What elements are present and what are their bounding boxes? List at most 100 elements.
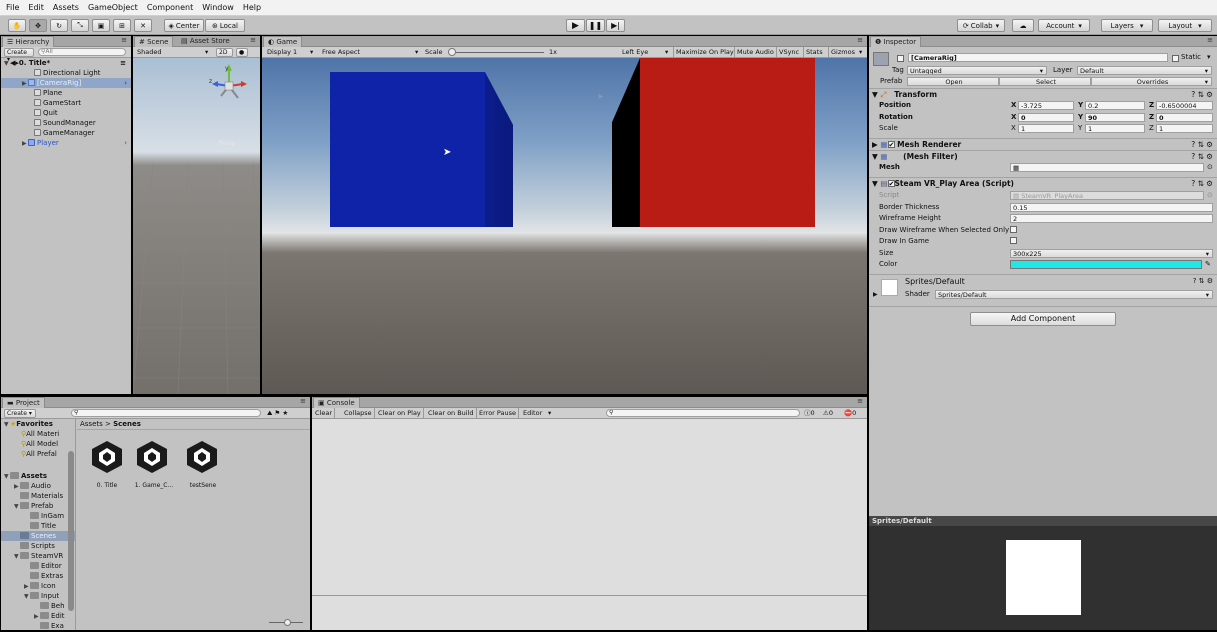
scale-slider-thumb[interactable]: [448, 48, 456, 56]
folder-row[interactable]: Extras: [1, 571, 75, 581]
pivot-local-button[interactable]: ⊛ Local: [205, 19, 245, 32]
panel-menu-icon[interactable]: ≡: [1207, 36, 1213, 44]
hierarchy-item[interactable]: Directional Light: [1, 68, 131, 78]
pivot-center-button[interactable]: ◈ Center: [164, 19, 204, 32]
rotation-x-field[interactable]: 0: [1018, 113, 1074, 122]
transform-tool-button[interactable]: ⊞: [113, 19, 131, 32]
pause-button[interactable]: ❚❚: [586, 19, 605, 32]
hierarchy-item[interactable]: GameStart: [1, 98, 131, 108]
hierarchy-item[interactable]: Quit: [1, 108, 131, 118]
static-checkbox[interactable]: [1172, 55, 1179, 62]
move-tool-button[interactable]: ✥: [29, 19, 47, 32]
hierarchy-item[interactable]: Plane: [1, 88, 131, 98]
cloud-button[interactable]: ☁: [1012, 19, 1034, 32]
layers-dropdown[interactable]: Layers ▾: [1101, 19, 1153, 32]
folder-row[interactable]: Materials: [1, 491, 75, 501]
preview-header[interactable]: Sprites/Default: [869, 516, 1217, 526]
folder-row[interactable]: ▼ Prefab: [1, 501, 75, 511]
folder-row[interactable]: Editor: [1, 561, 75, 571]
scale-y-field[interactable]: 1: [1085, 124, 1145, 133]
folder-row[interactable]: Exa: [1, 621, 75, 630]
play-area-enabled-checkbox[interactable]: [887, 178, 895, 190]
favorites-row[interactable]: ▼★Favorites: [1, 419, 75, 429]
gizmos-dropdown[interactable]: Gizmos: [828, 47, 855, 57]
vsync-toggle[interactable]: VSync: [776, 47, 799, 57]
menu-edit[interactable]: Edit: [28, 3, 44, 12]
active-checkbox[interactable]: [897, 55, 904, 62]
panel-menu-icon[interactable]: ≡: [121, 36, 127, 44]
game-viewport[interactable]: ➤ ➤: [262, 58, 867, 394]
folder-row[interactable]: InGam: [1, 511, 75, 521]
collab-button[interactable]: ⟳ Collab ▾: [957, 19, 1005, 32]
component-settings-icon[interactable]: ? ⇅ ⚙: [1191, 89, 1213, 101]
project-search-input[interactable]: ⚲: [71, 409, 261, 417]
console-info-toggle[interactable]: ⓘ0: [804, 408, 815, 418]
eyedropper-icon[interactable]: ✎: [1205, 259, 1211, 269]
rotation-z-field[interactable]: 0: [1156, 113, 1213, 122]
wireframe-height-field[interactable]: 2: [1010, 214, 1213, 223]
eye-dropdown[interactable]: Left Eye: [622, 47, 648, 57]
hierarchy-item-selected[interactable]: ▶ [CameraRig] ›: [1, 78, 131, 88]
scale-slider[interactable]: [448, 52, 544, 53]
border-thickness-field[interactable]: 0.15: [1010, 203, 1213, 212]
menu-help[interactable]: Help: [243, 3, 261, 12]
menu-assets[interactable]: Assets: [53, 3, 79, 12]
draw-wireframe-checkbox[interactable]: [1010, 226, 1017, 233]
draw-in-game-checkbox[interactable]: [1010, 237, 1017, 244]
scene-asset[interactable]: 1. Game_C...: [134, 439, 178, 495]
assets-root-row[interactable]: ▼ Assets: [1, 471, 75, 481]
console-editor-dropdown[interactable]: Editor: [523, 408, 542, 418]
folder-row[interactable]: ▶ Edit: [1, 611, 75, 621]
folder-row[interactable]: Scripts: [1, 541, 75, 551]
mesh-filter-header[interactable]: ▼ ▦ (Mesh Filter) ? ⇅ ⚙: [869, 150, 1217, 162]
scene-asset[interactable]: 0. Title: [89, 439, 129, 495]
color-swatch[interactable]: [1010, 260, 1202, 269]
rotate-tool-button[interactable]: ↻: [50, 19, 68, 32]
object-picker-icon[interactable]: ⊙: [1207, 162, 1213, 172]
scene-asset[interactable]: testSene: [184, 439, 224, 495]
mesh-field[interactable]: ▦: [1010, 163, 1204, 172]
play-button[interactable]: ▶: [566, 19, 585, 32]
scale-z-field[interactable]: 1: [1156, 124, 1213, 133]
aspect-dropdown[interactable]: Free Aspect: [322, 47, 360, 57]
hierarchy-search-input[interactable]: ⚲All: [38, 48, 126, 56]
tab-console[interactable]: ▣ Console: [313, 397, 360, 408]
layout-dropdown[interactable]: Layout ▾: [1158, 19, 1212, 32]
favorite-item[interactable]: ⚲All Prefal: [1, 449, 75, 459]
folder-row-selected[interactable]: Scenes: [1, 531, 75, 541]
shaded-dropdown[interactable]: Shaded: [137, 47, 161, 57]
hierarchy-item[interactable]: SoundManager: [1, 118, 131, 128]
menu-component[interactable]: Component: [147, 3, 193, 12]
console-clear-button[interactable]: Clear: [315, 408, 335, 418]
rotation-y-field[interactable]: 90: [1085, 113, 1145, 122]
hierarchy-create-button[interactable]: Create ▾: [4, 48, 34, 63]
prefab-overrides-dropdown[interactable]: Overrides ▾: [1091, 77, 1212, 86]
tag-dropdown[interactable]: Untagged ▾: [907, 66, 1047, 75]
chevron-right-icon[interactable]: ▶: [873, 290, 878, 300]
scale-tool-button[interactable]: ⤡: [71, 19, 89, 32]
folder-row[interactable]: Beh: [1, 601, 75, 611]
prefab-select-button[interactable]: Select: [999, 77, 1091, 86]
scene-menu-icon[interactable]: ≡: [120, 58, 126, 68]
prefab-open-button[interactable]: Open: [907, 77, 999, 86]
tab-game[interactable]: ◐ Game: [263, 36, 303, 47]
folder-row[interactable]: ▼ Input: [1, 591, 75, 601]
tab-asset-store[interactable]: ▤ Asset Store: [177, 36, 234, 47]
toggle-2d-button[interactable]: 2D: [216, 48, 233, 57]
favorite-item[interactable]: ⚲All Materi: [1, 429, 75, 439]
filter-icons[interactable]: ⛰ ⚑ ★: [267, 408, 288, 418]
console-warning-toggle[interactable]: ⚠0: [823, 408, 833, 418]
folder-row[interactable]: ▶ Icon: [1, 581, 75, 591]
tree-scrollbar[interactable]: [68, 451, 74, 611]
position-x-field[interactable]: -3.725: [1018, 101, 1074, 110]
stats-toggle[interactable]: Stats: [803, 47, 823, 57]
menu-window[interactable]: Window: [202, 3, 234, 12]
breadcrumb-assets[interactable]: Assets: [80, 420, 103, 428]
menu-gameobject[interactable]: GameObject: [88, 3, 138, 12]
tab-project[interactable]: ▬ Project: [2, 397, 45, 408]
component-settings-icon[interactable]: ? ⇅ ⚙: [1193, 277, 1213, 285]
folder-row[interactable]: ▶ Audio: [1, 481, 75, 491]
scene-gizmo[interactable]: y z: [207, 62, 253, 112]
maximize-on-play-toggle[interactable]: Maximize On Play: [673, 47, 734, 57]
account-button[interactable]: Account ▾: [1038, 19, 1090, 32]
